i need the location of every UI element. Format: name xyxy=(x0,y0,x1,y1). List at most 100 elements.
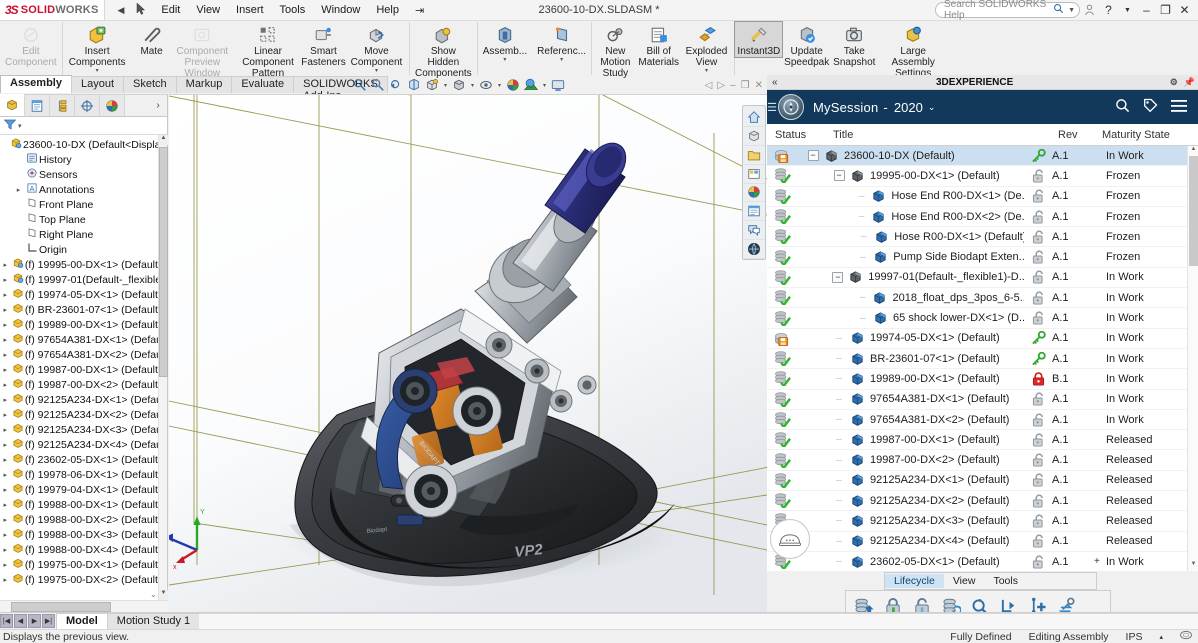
dx-table-row[interactable]: –19987-00-DX<2> (Default)A.1Released xyxy=(767,450,1198,470)
pin-icon[interactable]: 📌 xyxy=(1181,77,1198,88)
menu-item-help[interactable]: Help xyxy=(368,2,407,18)
ribbon-command-insert-components[interactable]: Insert Components▾ xyxy=(63,22,132,74)
feature-tree-item[interactable]: Sensors xyxy=(0,167,158,182)
expand-arrow-icon[interactable]: ▸ xyxy=(0,471,11,479)
hide-show-items-icon[interactable] xyxy=(478,77,494,93)
task-pane-view-palette[interactable] xyxy=(743,165,765,184)
zoom-area-icon[interactable] xyxy=(370,77,386,93)
ribbon-command-instant3d[interactable]: Instant3D xyxy=(735,22,782,57)
lock-state-icon[interactable] xyxy=(1024,413,1052,427)
feature-tab-display-manager[interactable] xyxy=(100,95,125,116)
section-view-icon[interactable] xyxy=(406,77,422,93)
dx-table-row[interactable]: –Hose End R00-DX<2> (De...A.1Frozen xyxy=(767,207,1198,227)
search-input[interactable]: Search SOLIDWORKS Help xyxy=(944,0,1053,21)
doc-next-button[interactable]: ▷ xyxy=(717,80,725,91)
ribbon-command-dropdown-icon[interactable]: ▾ xyxy=(705,68,708,74)
column-rev[interactable]: Rev xyxy=(1058,129,1102,141)
view-tool-dropdown-icon[interactable]: ▾ xyxy=(496,82,503,89)
dx-context-tab-lifecycle[interactable]: Lifecycle xyxy=(885,574,944,588)
dx-table-row[interactable]: –23602-05-DX<1> (Default)A.1+In Work xyxy=(767,552,1198,571)
task-pane-appearances-scenes[interactable] xyxy=(743,184,765,203)
ribbon-command-large-assembly-settings[interactable]: Large Assembly Settings xyxy=(878,22,949,79)
doc-prev-button[interactable]: ◁ xyxy=(705,80,713,91)
filter-funnel-icon[interactable] xyxy=(4,119,16,133)
feature-tree-item[interactable]: Top Plane xyxy=(0,212,158,227)
ribbon-command-mate[interactable]: Mate xyxy=(132,22,172,57)
ribbon-command-dropdown-icon[interactable]: ▾ xyxy=(560,57,563,63)
feature-tree-hscrollbar[interactable] xyxy=(0,600,168,612)
ribbon-command-new-motion-study[interactable]: New Motion Study xyxy=(592,22,639,79)
feature-tree-filter-bar[interactable]: ▾ xyxy=(0,117,167,135)
dx-table-row[interactable]: –97654A381-DX<1> (Default)A.1In Work xyxy=(767,390,1198,410)
dx-table-row[interactable]: −19995-00-DX<1> (Default)A.1Frozen xyxy=(767,166,1198,186)
filter-dropdown-icon[interactable]: ▾ xyxy=(18,122,22,130)
dx-context-tab-tools[interactable]: Tools xyxy=(984,574,1027,588)
expand-arrow-icon[interactable]: ▸ xyxy=(0,516,11,524)
tab-model[interactable]: Model xyxy=(56,613,108,630)
expand-arrow-icon[interactable]: ▸ xyxy=(0,411,11,419)
lock-state-icon[interactable] xyxy=(1024,331,1052,345)
feature-tree-vscrollbar[interactable]: ▲ ▼ xyxy=(158,135,167,600)
lock-state-icon[interactable] xyxy=(1024,433,1052,447)
tab-first-button[interactable]: |◀ xyxy=(0,614,13,628)
expand-arrow-icon[interactable]: ▸ xyxy=(0,561,11,569)
expand-arrow-icon[interactable]: ▸ xyxy=(0,276,11,284)
feature-tree-item[interactable]: ▸(f) 19974-05-DX<1> (Default< xyxy=(0,287,158,302)
feature-tree-item[interactable]: ▸(f) 19978-06-DX<1> (Default< xyxy=(0,467,158,482)
ribbon-tab-layout[interactable]: Layout xyxy=(71,76,124,93)
zoom-to-fit-icon[interactable] xyxy=(352,77,368,93)
status-units[interactable]: IPS xyxy=(1126,631,1143,643)
ribbon-tab-markup[interactable]: Markup xyxy=(176,76,233,93)
dx-table-row[interactable]: –92125A234-DX<4> (Default)A.1Released xyxy=(767,532,1198,552)
feature-tree-item[interactable]: ▸(f) 92125A234-DX<3> (Defaul xyxy=(0,422,158,437)
feature-tree-item[interactable]: ▸(f) 19987-00-DX<1> (Default< xyxy=(0,362,158,377)
collapse-toggle[interactable]: − xyxy=(830,272,846,283)
dx-scroll-down-icon[interactable]: ▼ xyxy=(1188,561,1198,571)
chevron-down-icon[interactable]: ⌄ xyxy=(928,102,936,113)
menu-item-insert[interactable]: Insert xyxy=(228,2,272,18)
lock-state-icon[interactable] xyxy=(1024,169,1052,183)
feature-tree-item[interactable]: ▸(f) 23602-05-DX<1> (Default< xyxy=(0,452,158,467)
tag-icon[interactable] xyxy=(1143,98,1158,116)
lock-state-icon[interactable] xyxy=(1024,311,1052,325)
expand-arrow-icon[interactable]: ▸ xyxy=(0,531,11,539)
doc-close-button[interactable]: ✕ xyxy=(755,80,763,91)
column-status[interactable]: Status xyxy=(767,129,833,141)
column-maturity-state[interactable]: Maturity State xyxy=(1102,129,1198,141)
task-pane-solidworks-forum[interactable] xyxy=(743,221,765,240)
feature-tree-item[interactable]: Right Plane xyxy=(0,227,158,242)
feature-tree-item[interactable]: Front Plane xyxy=(0,197,158,212)
feature-tree-item[interactable]: ▸(f) 19988-00-DX<1> (Default< xyxy=(0,497,158,512)
menu-item-tools[interactable]: Tools xyxy=(272,2,314,18)
dx-table-row[interactable]: –Pump Side Biodapt Exten...A.1Frozen xyxy=(767,247,1198,267)
feature-tab-feature-manager[interactable] xyxy=(0,94,25,116)
previous-view-icon[interactable] xyxy=(388,77,404,93)
lock-state-icon[interactable] xyxy=(1024,514,1052,528)
expand-arrow-icon[interactable]: ▸ xyxy=(0,501,11,509)
expand-arrow-icon[interactable]: ▸ xyxy=(0,366,11,374)
expand-arrow-icon[interactable]: ▸ xyxy=(0,396,11,404)
ribbon-command-dropdown-icon[interactable]: ▾ xyxy=(503,57,506,63)
view-tool-dropdown-icon[interactable]: ▾ xyxy=(442,82,449,89)
ribbon-command-update-speedpak[interactable]: Update Speedpak xyxy=(782,22,831,68)
dx-table-row[interactable]: –BR-23601-07<1> (Default)A.1In Work xyxy=(767,349,1198,369)
feature-tree-item[interactable]: ▸(f) 19995-00-DX<1> (Default< xyxy=(0,257,158,272)
feature-tree-item[interactable]: ▸(f) 19975-00-DX<2> (Default< xyxy=(0,572,158,587)
dx-table-row[interactable]: –19987-00-DX<1> (Default)A.1Released xyxy=(767,430,1198,450)
feature-tab-property-manager[interactable] xyxy=(25,95,50,116)
dx-table-row[interactable]: –19989-00-DX<1> (Default)B.1In Work xyxy=(767,369,1198,389)
dx-scroll-thumb[interactable] xyxy=(1189,156,1198,266)
dx-collapse-button[interactable]: « xyxy=(767,77,783,88)
search-dropdown-icon[interactable]: ▼ xyxy=(1068,7,1075,14)
account-icon[interactable] xyxy=(1080,0,1099,21)
feature-tree-item[interactable]: ▸(f) 97654A381-DX<2> (Defaul xyxy=(0,347,158,362)
ribbon-command-show-hidden-components[interactable]: Show Hidden Components xyxy=(410,22,477,79)
doc-restore-button[interactable]: ❐ xyxy=(741,80,750,91)
view-orientation-icon[interactable] xyxy=(424,77,440,93)
lock-state-icon[interactable] xyxy=(1024,453,1052,467)
lock-state-icon[interactable] xyxy=(1024,392,1052,406)
lock-state-icon[interactable] xyxy=(1024,270,1052,284)
search-icon[interactable] xyxy=(1115,98,1130,116)
feature-tree-item[interactable]: ▸(f) 19988-00-DX<4> (Default< xyxy=(0,542,158,557)
feature-tree-item[interactable]: ▸(f) 97654A381-DX<1> (Defaul xyxy=(0,332,158,347)
